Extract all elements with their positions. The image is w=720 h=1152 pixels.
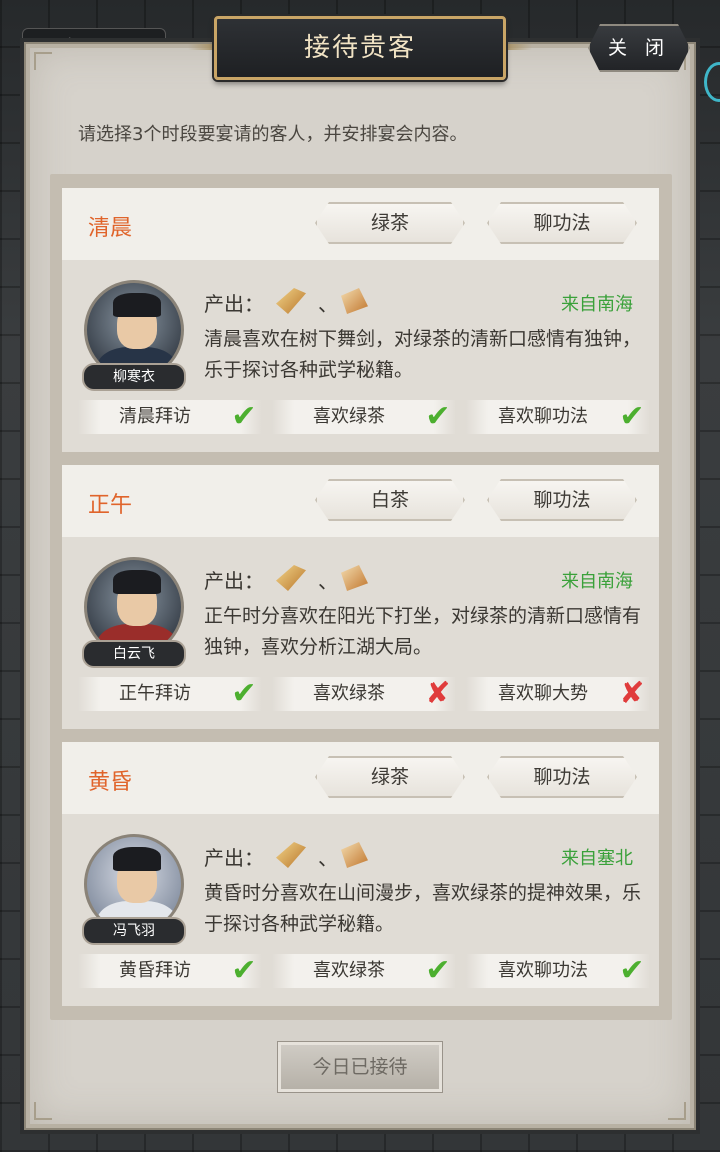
corner-ornament (668, 1102, 686, 1120)
check-icon: ✔ (619, 399, 645, 434)
cross-icon: ✘ (425, 676, 451, 711)
tea-select-button[interactable]: 白茶 (315, 479, 465, 521)
condition-label: 喜欢聊功法 (498, 960, 588, 981)
condition-tea: 喜欢绿茶 ✔ (272, 400, 456, 434)
separator: 、 (318, 569, 338, 593)
topic-select-button[interactable]: 聊功法 (487, 479, 637, 521)
condition-visit: 黄昏拜访 ✔ (78, 954, 262, 988)
close-button[interactable]: 关 闭 (588, 24, 690, 72)
card-header: 清晨 绿茶 聊功法 (62, 188, 659, 260)
condition-label: 喜欢聊功法 (498, 406, 588, 427)
period-label: 清晨 (88, 216, 133, 241)
guest-description: 黄昏时分喜欢在山间漫步，喜欢绿茶的提神效果，乐于探讨各种武学秘籍。 (204, 882, 642, 935)
corner-ornament (34, 1102, 52, 1120)
topic-select-button[interactable]: 聊功法 (487, 756, 637, 798)
condition-visit: 清晨拜访 ✔ (78, 400, 262, 434)
condition-label: 黄昏拜访 (119, 960, 191, 981)
tea-select-button[interactable]: 绿茶 (315, 756, 465, 798)
received-today-button[interactable]: 今日已接待 (277, 1041, 443, 1093)
tea-select-button[interactable]: 绿茶 (315, 202, 465, 244)
guest-origin: 来自南海 (561, 294, 633, 315)
guest-card: 黄昏 绿茶 聊功法 冯飞羽 产出： 、 来自塞北 黄昏时分喜欢在山间漫步，喜欢绿… (62, 742, 659, 1006)
cross-icon: ✘ (619, 676, 645, 711)
scroll-item-icon[interactable] (276, 842, 306, 868)
check-icon: ✔ (231, 676, 257, 711)
condition-label: 喜欢绿茶 (313, 683, 385, 704)
output-label: 产出： (204, 292, 264, 316)
guest-description: 正午时分喜欢在阳光下打坐，对绿茶的清新口感情有独钟，喜欢分析江湖大局。 (204, 605, 642, 658)
corner-ornament (34, 52, 52, 70)
card-header: 正午 白茶 聊功法 (62, 465, 659, 537)
check-icon: ✔ (619, 953, 645, 988)
separator: 、 (318, 292, 338, 316)
period-label: 正午 (88, 493, 133, 518)
title-wing-ornament (502, 44, 532, 50)
guest-card: 正午 白茶 聊功法 白云飞 产出： 、 来自南海 正午时分喜欢在阳光下打坐，对绿… (62, 465, 659, 729)
scroll-item-icon[interactable] (276, 288, 306, 314)
token-item-icon[interactable] (341, 288, 368, 314)
topic-select-button[interactable]: 聊功法 (487, 202, 637, 244)
condition-topic: 喜欢聊大势 ✘ (466, 677, 650, 711)
instruction-text: 请选择3个时段要宴请的客人，并安排宴会内容。 (78, 124, 468, 145)
panel-title: 接待贵客 (214, 16, 506, 80)
check-icon: ✔ (231, 953, 257, 988)
check-icon: ✔ (425, 399, 451, 434)
check-icon: ✔ (425, 953, 451, 988)
guest-name: 冯飞羽 (82, 917, 186, 945)
token-item-icon[interactable] (341, 842, 368, 868)
guest-name: 柳寒衣 (82, 363, 186, 391)
condition-label: 喜欢绿茶 (313, 406, 385, 427)
output-label: 产出： (204, 846, 264, 870)
condition-tea: 喜欢绿茶 ✔ (272, 954, 456, 988)
separator: 、 (318, 846, 338, 870)
guest-description: 清晨喜欢在树下舞剑，对绿茶的清新口感情有独钟，乐于探讨各种武学秘籍。 (204, 328, 642, 381)
period-label: 黄昏 (88, 770, 133, 795)
card-header: 黄昏 绿茶 聊功法 (62, 742, 659, 814)
condition-label: 喜欢绿茶 (313, 960, 385, 981)
condition-visit: 正午拜访 ✔ (78, 677, 262, 711)
guest-list: 清晨 绿茶 聊功法 柳寒衣 产出： 、 来自南海 清晨喜欢在树下舞剑，对绿茶的清… (50, 174, 672, 1020)
guest-origin: 来自塞北 (561, 848, 633, 869)
condition-label: 正午拜访 (119, 683, 191, 704)
guest-name: 白云飞 (82, 640, 186, 668)
condition-label: 喜欢聊大势 (498, 683, 588, 704)
condition-label: 清晨拜访 (119, 406, 191, 427)
check-icon: ✔ (231, 399, 257, 434)
output-label: 产出： (204, 569, 264, 593)
guest-card: 清晨 绿茶 聊功法 柳寒衣 产出： 、 来自南海 清晨喜欢在树下舞剑，对绿茶的清… (62, 188, 659, 452)
scroll-item-icon[interactable] (276, 565, 306, 591)
condition-topic: 喜欢聊功法 ✔ (466, 400, 650, 434)
token-item-icon[interactable] (341, 565, 368, 591)
condition-tea: 喜欢绿茶 ✘ (272, 677, 456, 711)
guest-origin: 来自南海 (561, 571, 633, 592)
condition-topic: 喜欢聊功法 ✔ (466, 954, 650, 988)
